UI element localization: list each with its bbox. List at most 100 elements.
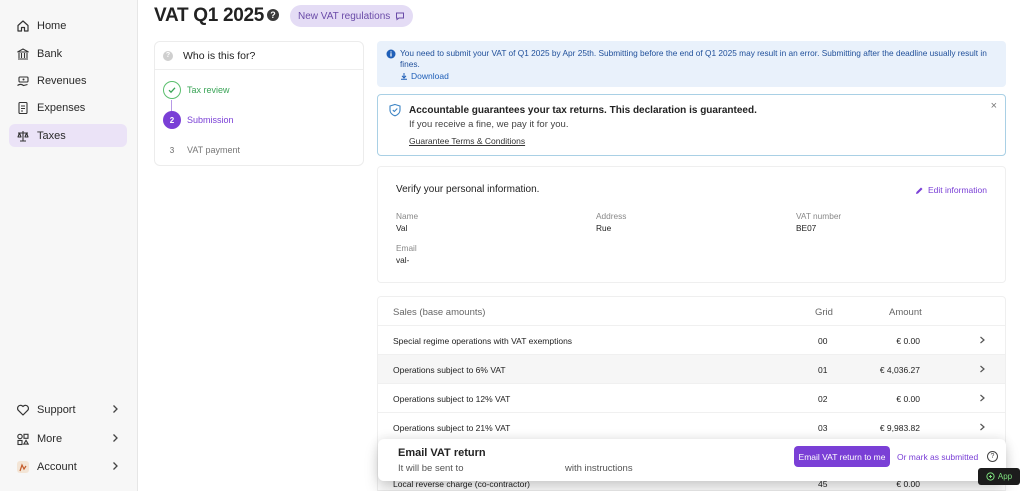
mark-as-submitted-link[interactable]: Or mark as submitted: [897, 452, 978, 462]
step-submission[interactable]: 2 Submission: [163, 111, 234, 129]
sidebar-item-label: Support: [37, 403, 76, 416]
shield-check-icon: [389, 103, 401, 117]
email-vat-return-button[interactable]: Email VAT return to me: [794, 446, 890, 467]
scale-icon: [15, 128, 31, 144]
step-vat-payment[interactable]: 3 VAT payment: [163, 141, 240, 159]
guarantee-card: Accountable guarantees your tax returns.…: [377, 94, 1006, 156]
submission-stepper: ? Who is this for? Tax review 2 Submissi…: [154, 41, 364, 166]
sidebar-item-label: More: [37, 432, 63, 445]
bank-icon: [15, 46, 31, 62]
row-grid: 02: [818, 394, 828, 404]
shapes-icon: [15, 431, 31, 447]
chat-icon: [396, 12, 405, 21]
address-value: Rue: [596, 223, 612, 233]
step-number: 2: [163, 111, 181, 129]
step-label: Tax review: [187, 85, 230, 95]
chevron-right-icon: [113, 462, 118, 470]
row-amount: € 0.00: [896, 394, 920, 404]
sidebar-item-taxes[interactable]: Taxes: [9, 124, 127, 147]
row-label: Operations subject to 12% VAT: [393, 394, 511, 404]
app-icon: [986, 472, 995, 481]
sidebar-item-account[interactable]: Account: [9, 455, 127, 478]
page-title: VAT Q1 2025: [154, 5, 265, 26]
receipt-icon: [15, 100, 31, 116]
personal-info-heading: Verify your personal information.: [396, 184, 540, 195]
row-grid: 00: [818, 336, 828, 346]
chevron-right-icon: [980, 365, 985, 373]
row-label: Special regime operations with VAT exemp…: [393, 336, 573, 346]
check-icon: [163, 81, 181, 99]
sidebar-item-label: Home: [37, 19, 67, 32]
email-vat-return-title: Email VAT return: [398, 447, 486, 459]
step-tax-review[interactable]: Tax review: [163, 81, 230, 99]
sidebar-item-revenues[interactable]: Revenues: [9, 69, 127, 92]
chevron-right-icon: [980, 423, 985, 431]
email-label: Email: [396, 243, 417, 253]
app-button[interactable]: App: [978, 468, 1020, 485]
info-icon: [386, 49, 396, 59]
row-amount: € 0.00: [896, 336, 920, 346]
column-header-grid: Grid: [815, 307, 833, 318]
sidebar-item-home[interactable]: Home: [9, 14, 127, 37]
table-row[interactable]: Special regime operations with VAT exemp…: [378, 325, 1005, 354]
deadline-info-banner: You need to submit your VAT of Q1 2025 b…: [377, 41, 1006, 87]
home-icon: [15, 18, 31, 34]
sidebar-item-label: Taxes: [37, 129, 66, 142]
sidebar: Home Bank Revenues Expenses Taxes Suppor…: [0, 0, 138, 491]
instructions-text: with instructions: [565, 463, 633, 474]
edit-information-button[interactable]: Edit information: [915, 185, 987, 195]
table-row[interactable]: Operations subject to 6% VAT 01 € 4,036.…: [378, 354, 1005, 383]
chevron-right-icon: [980, 336, 985, 344]
edit-label: Edit information: [927, 185, 987, 195]
who-is-this-for[interactable]: ? Who is this for?: [155, 42, 363, 70]
personal-info-card: Verify your personal information. Edit i…: [377, 166, 1006, 283]
address-label: Address: [596, 211, 627, 221]
sidebar-item-label: Revenues: [37, 74, 87, 87]
column-header-sales: Sales (base amounts): [393, 307, 486, 318]
vat-number-label: VAT number: [796, 211, 842, 221]
sidebar-item-label: Bank: [37, 47, 63, 60]
guarantee-terms-link[interactable]: Guarantee Terms & Conditions: [409, 136, 525, 146]
email-value: val-: [396, 255, 410, 265]
step-number: 3: [169, 145, 175, 155]
app-label: App: [997, 472, 1013, 481]
badge-label: New VAT regulations: [298, 10, 391, 22]
heart-icon: [15, 402, 31, 418]
step-label: VAT payment: [187, 145, 241, 155]
sidebar-item-label: Expenses: [37, 101, 86, 114]
row-label: Operations subject to 21% VAT: [393, 423, 511, 433]
sidebar-item-support[interactable]: Support: [9, 398, 127, 421]
chevron-right-icon: [980, 394, 985, 402]
help-icon[interactable]: ?: [987, 451, 998, 462]
pencil-icon: [915, 187, 923, 194]
row-label: Operations subject to 6% VAT: [393, 365, 506, 375]
name-value: Val: [396, 223, 408, 233]
close-icon[interactable]: ×: [991, 100, 997, 112]
chevron-right-icon: [113, 405, 118, 413]
download-link[interactable]: Download: [400, 71, 449, 81]
row-amount: € 9,983.82: [879, 423, 920, 433]
row-grid: 01: [818, 365, 828, 375]
row-amount: € 4,036.27: [879, 365, 920, 375]
vat-number-value: BE07: [796, 223, 817, 233]
table-row[interactable]: Operations subject to 12% VAT 02 € 0.00: [378, 383, 1005, 412]
help-icon[interactable]: ?: [267, 9, 279, 21]
question-icon: ?: [163, 50, 173, 61]
step-label: Submission: [187, 115, 234, 125]
column-header-amount: Amount: [889, 307, 922, 318]
table-row[interactable]: Operations subject to 21% VAT 03 € 9,983…: [378, 412, 1005, 441]
download-icon: [401, 73, 407, 80]
new-vat-regulations-button[interactable]: New VAT regulations: [290, 5, 414, 27]
download-label: Download: [411, 71, 449, 81]
stepper-question: Who is this for?: [183, 49, 256, 62]
sidebar-item-more[interactable]: More: [9, 427, 127, 450]
sidebar-item-bank[interactable]: Bank: [9, 42, 127, 65]
guarantee-title: Accountable guarantees your tax returns.…: [409, 105, 757, 116]
email-vat-return-bar: Email VAT return It will be sent to with…: [378, 439, 1006, 481]
chevron-right-icon: [113, 434, 118, 442]
sent-to-text: It will be sent to: [398, 463, 464, 474]
row-grid: 03: [818, 423, 828, 433]
guarantee-subtitle: If you receive a fine, we pay it for you…: [409, 119, 569, 130]
sidebar-item-label: Account: [37, 460, 77, 473]
sidebar-item-expenses[interactable]: Expenses: [9, 96, 127, 119]
